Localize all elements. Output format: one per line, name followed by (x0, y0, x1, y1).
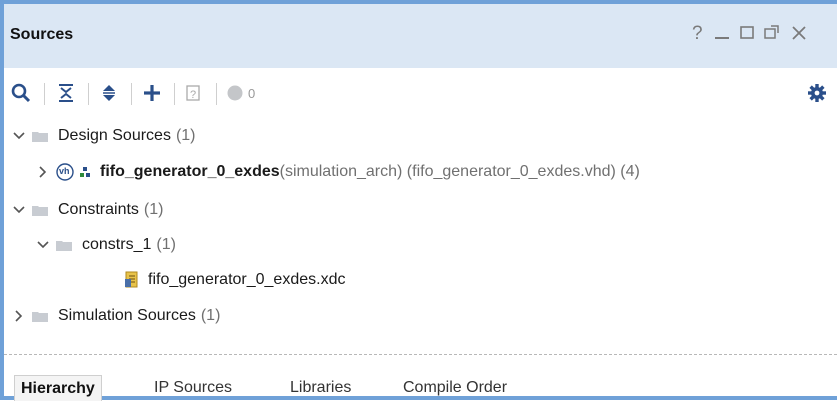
close-icon[interactable] (791, 22, 807, 49)
tree-node-count: (1) (175, 127, 196, 144)
sources-panel: Sources ? ? 0 Design Sources (1) vh fifo… (0, 0, 837, 401)
vhdl-badge-icon: vh (56, 163, 76, 181)
folder-icon (32, 206, 48, 216)
tree-node-simulation-sources[interactable]: Simulation Sources (1) (12, 302, 220, 330)
tree-node-label: fifo_generator_0_exdes.xdc (148, 271, 346, 288)
panel-title: Sources (10, 26, 74, 43)
tree-node-xdc-file[interactable]: fifo_generator_0_exdes.xdc (124, 266, 345, 294)
tab-ip-sources[interactable]: IP Sources (148, 375, 238, 401)
tree-node-count: (1) (156, 236, 176, 253)
tree-node-label: Constraints (58, 201, 139, 218)
tree-node-constrs-1[interactable]: constrs_1 (1) (36, 231, 176, 259)
help-icon[interactable]: ? (692, 22, 703, 46)
toolbar-separator (216, 83, 217, 105)
collapse-all-icon[interactable] (55, 80, 77, 106)
tab-divider (4, 354, 837, 355)
maximize-icon[interactable] (739, 22, 755, 49)
chevron-right-icon[interactable] (36, 165, 50, 179)
toolbar-separator (88, 83, 89, 105)
question-doc-icon[interactable]: ? (182, 80, 204, 106)
svg-text:?: ? (190, 89, 196, 101)
minimize-icon[interactable] (714, 22, 730, 49)
chevron-down-icon[interactable] (36, 238, 50, 252)
tab-compile-order[interactable]: Compile Order (397, 375, 513, 401)
tree-node-count: (1) (143, 201, 164, 218)
tree-node-constraints[interactable]: Constraints (1) (12, 196, 163, 224)
toolbar-separator (131, 83, 132, 105)
folder-icon (56, 241, 72, 251)
gear-icon[interactable] (806, 80, 828, 106)
toolbar-separator (44, 83, 45, 105)
hierarchy-dots-icon (80, 167, 90, 177)
panel-title-bar: Sources ? (4, 4, 837, 68)
messages-count: 0 (248, 85, 256, 101)
messages-indicator[interactable]: 0 (226, 80, 266, 106)
status-circle-icon (227, 85, 243, 101)
tree-node-top-module[interactable]: vh fifo_generator_0_exdes (simulation_ar… (36, 158, 640, 186)
view-tabs: Hierarchy IP Sources Libraries Compile O… (4, 372, 837, 404)
folder-icon (32, 312, 48, 322)
top-module-name: fifo_generator_0_exdes (100, 163, 280, 180)
xdc-file-icon (125, 271, 138, 288)
toolbar: ? 0 (4, 68, 837, 118)
tab-libraries[interactable]: Libraries (284, 375, 357, 401)
tree-node-label: Design Sources (58, 127, 171, 144)
tree-node-design-sources[interactable]: Design Sources (1) (12, 122, 196, 150)
toolbar-separator (174, 83, 175, 105)
tree-node-label: constrs_1 (82, 236, 152, 253)
source-tree: Design Sources (1) vh fifo_generator_0_e… (4, 118, 837, 343)
top-module-detail: (simulation_arch) (fifo_generator_0_exde… (279, 163, 640, 180)
chevron-down-icon[interactable] (12, 203, 26, 217)
tab-hierarchy[interactable]: Hierarchy (14, 375, 102, 401)
folder-icon (32, 132, 48, 142)
chevron-right-icon[interactable] (12, 309, 26, 323)
expand-all-icon[interactable] (98, 80, 120, 106)
add-icon[interactable] (141, 80, 163, 106)
tree-node-count: (1) (200, 307, 221, 324)
chevron-down-icon[interactable] (12, 129, 26, 143)
tree-node-label: Simulation Sources (58, 307, 196, 324)
float-icon[interactable] (763, 22, 781, 49)
search-icon[interactable] (10, 80, 32, 106)
